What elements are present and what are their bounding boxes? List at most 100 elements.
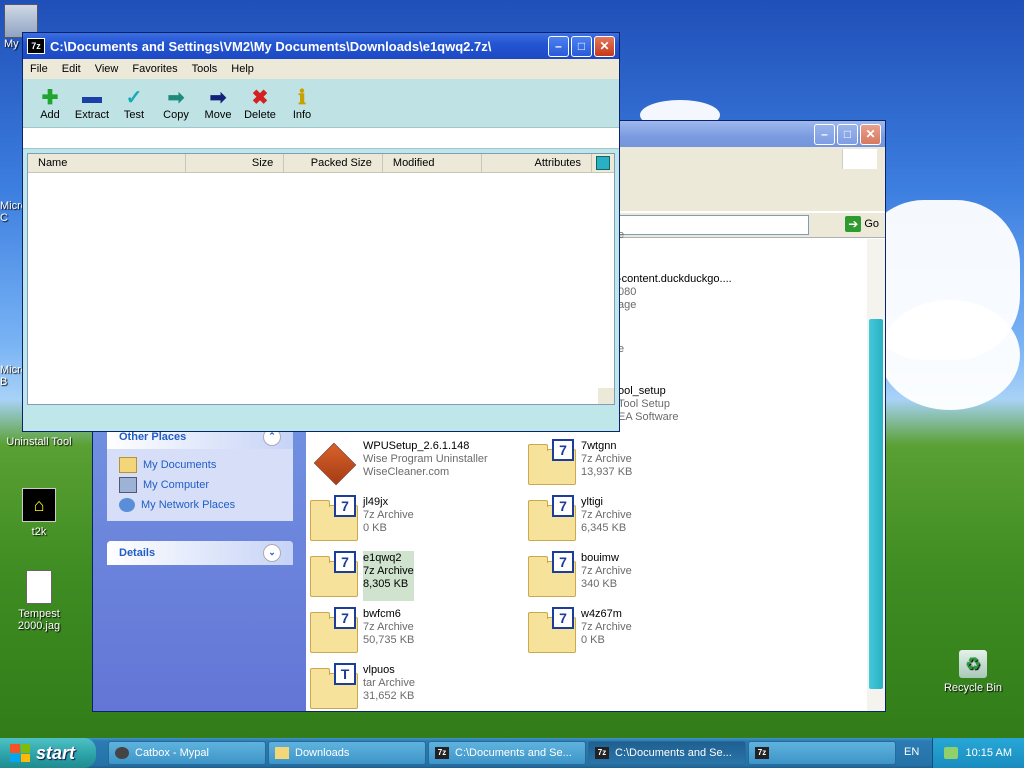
file-size: 0 KB xyxy=(581,634,605,646)
file-item[interactable]: 7 jl49jx 7z Archive 0 KB xyxy=(310,495,520,545)
file-item[interactable]: 7 bouimw 7z Archive 340 KB xyxy=(528,551,738,601)
link-my-documents[interactable]: My Documents xyxy=(119,455,281,475)
desktop-icon-uninstall-tool[interactable]: Uninstall Tool xyxy=(4,436,74,448)
sevenzip-titlebar[interactable]: 7z C:\Documents and Settings\VM2\My Docu… xyxy=(23,33,619,59)
info-button[interactable]: ℹ Info xyxy=(281,85,323,122)
column-name[interactable]: Name xyxy=(28,154,186,172)
partial-text: Tool Setup xyxy=(618,398,670,410)
menu-help[interactable]: Help xyxy=(224,63,261,75)
vertical-scrollbar[interactable] xyxy=(867,239,885,711)
add-button[interactable]: ✚ Add xyxy=(29,85,71,122)
move-icon: ➡ xyxy=(209,86,227,109)
windows-flag-icon xyxy=(842,149,877,169)
desktop-icon-label: Recycle Bin xyxy=(943,682,1003,694)
file-name: 7wtgnn xyxy=(581,440,617,452)
copy-button[interactable]: ➡ Copy xyxy=(155,85,197,122)
desktop-icon-label: Tempest 2000.jag xyxy=(17,608,61,632)
task-label: C:\Documents and Se... xyxy=(615,747,732,759)
network-tray-icon[interactable] xyxy=(943,747,958,759)
column-label: Attributes xyxy=(534,157,581,169)
taskbar-button-7zip-1[interactable]: 7z C:\Documents and Se... xyxy=(428,741,586,765)
file-item[interactable]: 7 bwfcm6 7z Archive 50,735 KB xyxy=(310,607,520,657)
column-modified[interactable]: Modified xyxy=(383,154,482,172)
file-type: 7z Archive xyxy=(581,565,632,577)
column-label: Name xyxy=(38,157,68,169)
desktop-icon-tempest[interactable]: Tempest 2000.jag xyxy=(4,570,74,632)
other-places-title: Other Places xyxy=(119,431,187,443)
t2k-icon: ⌂ xyxy=(22,488,56,522)
column-chooser[interactable] xyxy=(592,154,614,172)
file-item[interactable]: WPUSetup_2.6.1.148 Wise Program Uninstal… xyxy=(310,439,520,489)
menu-tools[interactable]: Tools xyxy=(185,63,225,75)
maximize-button[interactable]: □ xyxy=(571,35,592,57)
taskbar-button-7zip-3[interactable]: 7z xyxy=(748,741,896,765)
file-item-selected[interactable]: 7 e1qwq2 7z Archive 8,305 KB xyxy=(310,551,520,601)
file-type: tar Archive xyxy=(363,677,415,689)
file-name: bwfcm6 xyxy=(363,608,401,620)
file-type: Wise Program Uninstaller xyxy=(363,453,488,465)
list-header: Name Size Packed Size Modified Attribute… xyxy=(28,154,614,173)
recycle-bin-icon: ♻ xyxy=(959,650,987,678)
scrollbar-thumb[interactable] xyxy=(869,319,883,689)
start-button[interactable]: start xyxy=(0,738,96,768)
chevron-down-icon[interactable]: ⌄ xyxy=(263,544,281,562)
file-item[interactable]: 7 yltigi 7z Archive 6,345 KB xyxy=(528,495,738,545)
delete-button[interactable]: ✖ Delete xyxy=(239,85,281,122)
details-header[interactable]: Details ⌄ xyxy=(107,541,293,565)
partial-text: 080 xyxy=(618,286,637,298)
file-item[interactable]: 7 w4z67m 7z Archive 0 KB xyxy=(528,607,738,657)
desktop-icon-t2k[interactable]: ⌂ t2k xyxy=(4,488,74,538)
maximize-button[interactable]: □ xyxy=(837,123,858,145)
menu-view[interactable]: View xyxy=(88,63,126,75)
extract-button[interactable]: ▬ Extract xyxy=(71,85,113,122)
archive-file-list[interactable]: Name Size Packed Size Modified Attribute… xyxy=(27,153,615,405)
desktop-icon-recycle-bin[interactable]: ♻ Recycle Bin xyxy=(938,650,1008,694)
file-item[interactable]: T vlpuos tar Archive 31,652 KB xyxy=(310,663,520,713)
file-item[interactable]: 7 7wtgnn 7z Archive 13,937 KB xyxy=(528,439,738,489)
column-size[interactable]: Size xyxy=(186,154,285,172)
test-icon: ✓ xyxy=(125,86,143,109)
minimize-button[interactable]: – xyxy=(814,123,835,145)
menu-file[interactable]: File xyxy=(23,63,55,75)
close-button[interactable]: ✕ xyxy=(594,35,615,57)
sevenzip-icon: 7z xyxy=(755,747,769,759)
desktop-icon-label: t2k xyxy=(31,526,47,538)
details-title: Details xyxy=(119,547,156,559)
move-button[interactable]: ➡ Move xyxy=(197,85,239,122)
file-size: 50,735 KB xyxy=(363,634,415,646)
taskbar-button-downloads[interactable]: Downloads xyxy=(268,741,426,765)
installer-box-icon xyxy=(310,439,358,486)
taskbar-button-7zip-2[interactable]: 7z C:\Documents and Se... xyxy=(588,741,746,765)
column-attributes[interactable]: Attributes xyxy=(482,154,592,172)
add-icon: ✚ xyxy=(41,86,59,109)
link-my-network-places[interactable]: My Network Places xyxy=(119,495,281,515)
archive-7z-icon: 7 xyxy=(528,495,576,541)
language-indicator[interactable]: EN xyxy=(904,746,919,758)
menu-favorites[interactable]: Favorites xyxy=(125,63,184,75)
tool-label: Move xyxy=(204,109,232,121)
file-size: 8,305 KB xyxy=(363,578,409,590)
tool-label: Info xyxy=(292,109,312,121)
tool-label: Test xyxy=(123,109,145,121)
desktop-icon-micro-c[interactable]: Micro C xyxy=(0,200,24,224)
minimize-button[interactable]: – xyxy=(548,35,569,57)
task-label: Downloads xyxy=(295,747,350,759)
desktop-icon-micro-b[interactable]: Micro B xyxy=(0,364,24,388)
path-combo[interactable] xyxy=(23,127,619,149)
taskbar-button-mypal[interactable]: Catbox - Mypal xyxy=(108,741,266,765)
menu-edit[interactable]: Edit xyxy=(55,63,88,75)
file-name: w4z67m xyxy=(581,608,622,620)
file-type: 7z Archive xyxy=(581,509,632,521)
partial-text: EA Software xyxy=(618,411,679,423)
go-button[interactable]: ➔ Go xyxy=(845,216,879,232)
link-my-computer[interactable]: My Computer xyxy=(119,475,281,495)
clock[interactable]: 10:15 AM xyxy=(966,747,1012,759)
file-name: e1qwq2 xyxy=(363,552,402,564)
test-button[interactable]: ✓ Test xyxy=(113,85,155,122)
column-packed-size[interactable]: Packed Size xyxy=(284,154,383,172)
file-type: 7z Archive xyxy=(363,565,414,577)
close-button[interactable]: ✕ xyxy=(860,123,881,145)
extract-icon: ▬ xyxy=(82,85,102,108)
file-type: 7z Archive xyxy=(363,509,414,521)
file-size: 31,652 KB xyxy=(363,690,415,702)
